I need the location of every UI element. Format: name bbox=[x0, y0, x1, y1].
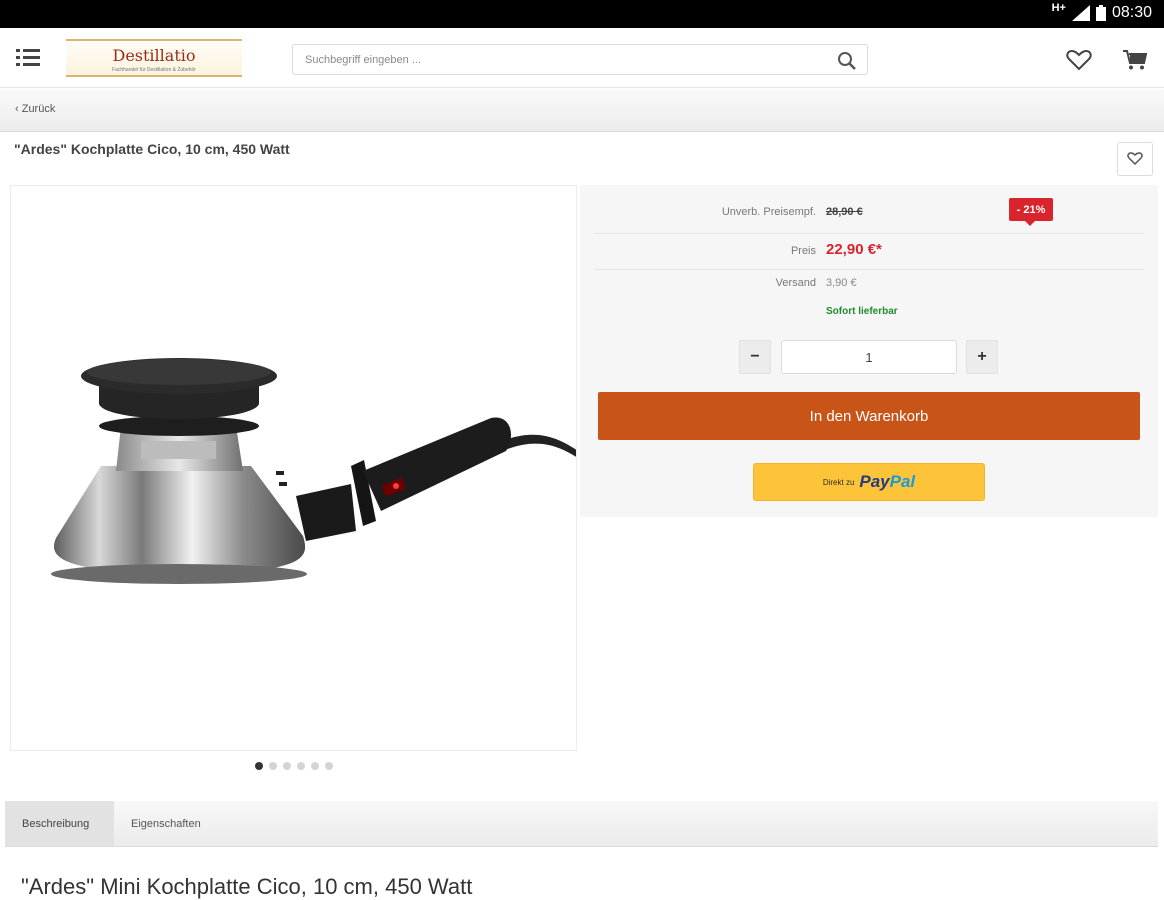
tab-eigenschaften[interactable]: Eigenschaften bbox=[114, 801, 218, 846]
gallery-dot-6[interactable] bbox=[325, 762, 333, 770]
search-input[interactable] bbox=[293, 45, 823, 74]
signal-icon bbox=[1071, 5, 1090, 21]
gallery-dot-2[interactable] bbox=[269, 762, 277, 770]
quantity-plus-button[interactable]: + bbox=[966, 340, 998, 374]
price-label: Preis bbox=[790, 245, 816, 257]
hotplate-illustration bbox=[51, 358, 576, 584]
search-box bbox=[292, 44, 868, 75]
paypal-logo: PayPal bbox=[859, 472, 915, 492]
clock: 08:30 bbox=[1111, 4, 1152, 21]
quantity-input[interactable] bbox=[781, 340, 957, 374]
tab-bar: Beschreibung Eigenschaften bbox=[5, 801, 1158, 847]
paypal-logo-pay: Pay bbox=[859, 472, 890, 491]
divider bbox=[594, 233, 1144, 234]
back-bar: ‹ Zurück bbox=[0, 89, 1164, 132]
heart-note-icon bbox=[1127, 152, 1143, 166]
shop-logo[interactable]: Destillatio Fachhandel für Destillation … bbox=[66, 39, 242, 77]
rrp-value: 28,90 € bbox=[826, 206, 863, 218]
back-link[interactable]: ‹ Zurück bbox=[15, 103, 55, 115]
network-type: H+ bbox=[1051, 2, 1066, 14]
quantity-minus-button[interactable]: − bbox=[739, 340, 771, 374]
paypal-express-button[interactable]: Direkt zu PayPal bbox=[753, 463, 985, 501]
shipping-label: Versand bbox=[775, 277, 816, 289]
gallery-dot-1[interactable] bbox=[255, 762, 263, 770]
gallery-dot-5[interactable] bbox=[311, 762, 319, 770]
price-value: 22,90 €* bbox=[826, 241, 882, 258]
logo-subtext: Fachhandel für Destillation & Zubehör bbox=[112, 67, 196, 73]
heart-icon[interactable] bbox=[1066, 49, 1092, 76]
divider bbox=[594, 269, 1144, 270]
battery-icon bbox=[1095, 5, 1106, 21]
list-menu-icon[interactable] bbox=[16, 48, 42, 68]
status-icons: H+ 08:30 bbox=[1051, 2, 1152, 22]
cart-icon[interactable] bbox=[1122, 49, 1148, 76]
note-button[interactable] bbox=[1117, 142, 1153, 176]
gallery-dot-3[interactable] bbox=[283, 762, 291, 770]
add-to-cart-button[interactable]: In den Warenkorb bbox=[598, 392, 1140, 440]
gallery-dot-4[interactable] bbox=[297, 762, 305, 770]
shipping-value: 3,90 € bbox=[826, 277, 857, 289]
description-heading: "Ardes" Mini Kochplatte Cico, 10 cm, 450… bbox=[21, 874, 473, 899]
availability-status: Sofort lieferbar bbox=[826, 306, 898, 317]
paypal-logo-pal: Pal bbox=[889, 472, 916, 491]
gallery-dots bbox=[255, 762, 333, 770]
product-title: "Ardes" Kochplatte Cico, 10 cm, 450 Watt bbox=[14, 141, 290, 157]
rrp-label: Unverb. Preisempf. bbox=[721, 206, 816, 218]
app-header: Destillatio Fachhandel für Destillation … bbox=[0, 28, 1164, 88]
product-image[interactable] bbox=[10, 185, 577, 751]
paypal-prefix: Direkt zu bbox=[822, 477, 855, 487]
discount-badge: - 21% bbox=[1009, 198, 1053, 226]
logo-name: Destillatio bbox=[112, 46, 196, 65]
search-icon[interactable] bbox=[837, 51, 857, 71]
tab-beschreibung[interactable]: Beschreibung bbox=[5, 801, 114, 846]
status-bar: H+ 08:30 bbox=[0, 0, 1164, 28]
